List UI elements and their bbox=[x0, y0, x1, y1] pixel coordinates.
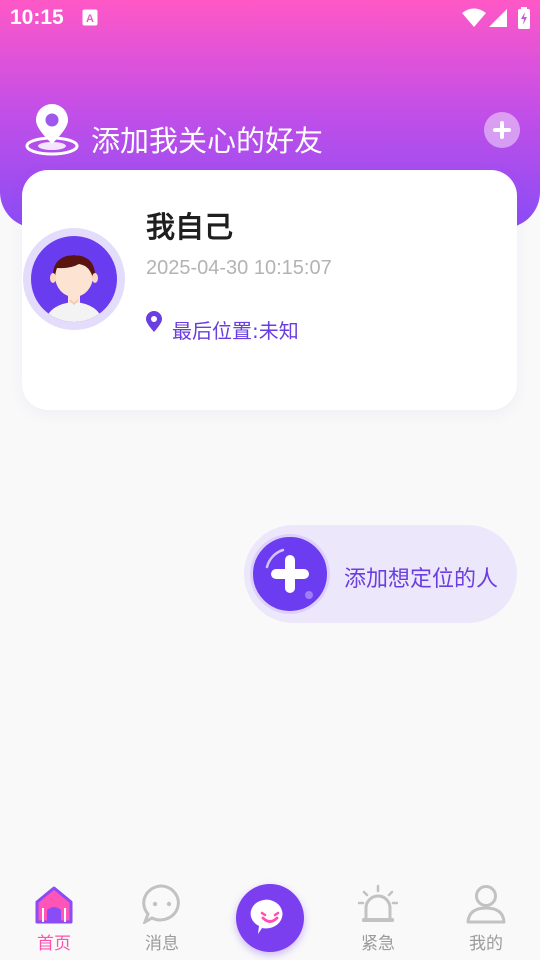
add-friend-button[interactable] bbox=[484, 112, 520, 148]
location-pin-icon bbox=[25, 104, 79, 156]
smile-bubble-icon bbox=[250, 899, 283, 934]
status-bar: 10:15 A bbox=[0, 0, 540, 36]
wifi-icon bbox=[462, 8, 486, 27]
self-name: 我自己 bbox=[146, 210, 234, 244]
tab-emergency-label: 紧急 bbox=[361, 934, 395, 954]
status-time: 10:15 bbox=[10, 6, 64, 29]
tab-profile-label: 我的 bbox=[469, 934, 503, 954]
header-title-row: 添加我关心的好友 bbox=[24, 104, 524, 160]
tab-center[interactable] bbox=[236, 884, 304, 952]
tab-home-label: 首页 bbox=[37, 934, 71, 954]
header-title: 添加我关心的好友 bbox=[91, 124, 324, 158]
bottom-tab-bar: 首页 消息 紧急 我的 bbox=[0, 870, 540, 960]
tab-profile[interactable]: 我的 bbox=[441, 870, 531, 960]
avatar-icon bbox=[31, 236, 117, 322]
tab-messages[interactable]: 消息 bbox=[117, 870, 207, 960]
plus-icon bbox=[265, 548, 313, 599]
add-person-button[interactable]: 添加想定位的人 bbox=[244, 525, 517, 623]
notification-a-icon: A bbox=[82, 9, 98, 26]
chat-bubble-icon bbox=[142, 884, 180, 924]
add-person-circle[interactable] bbox=[250, 534, 330, 614]
add-person-label: 添加想定位的人 bbox=[344, 567, 499, 592]
tab-emergency[interactable]: 紧急 bbox=[333, 870, 423, 960]
user-icon bbox=[466, 885, 506, 924]
alarm-siren-icon bbox=[358, 884, 398, 922]
signal-icon bbox=[489, 9, 507, 27]
last-update-time: 2025-04-30 10:15:07 bbox=[146, 257, 332, 279]
avatar bbox=[23, 228, 125, 330]
plus-icon bbox=[493, 121, 511, 139]
battery-charging-icon bbox=[518, 7, 530, 29]
svg-text:A: A bbox=[86, 13, 94, 25]
last-location: 最后位置:未知 bbox=[172, 319, 299, 343]
tab-home[interactable]: 首页 bbox=[9, 870, 99, 960]
location-marker-icon bbox=[146, 311, 162, 332]
tab-messages-label: 消息 bbox=[145, 934, 179, 954]
home-icon bbox=[35, 886, 73, 924]
